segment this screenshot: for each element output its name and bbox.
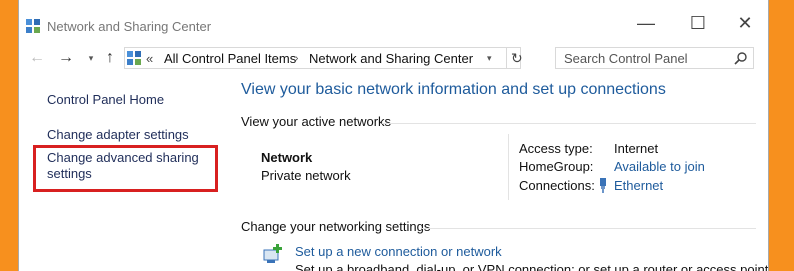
ethernet-icon xyxy=(600,178,606,193)
minimize-button[interactable]: — xyxy=(636,13,656,33)
network-type: Private network xyxy=(261,168,351,183)
recent-locations-dropdown[interactable]: ▾ xyxy=(81,48,101,68)
search-input[interactable]: Search Control Panel xyxy=(555,47,754,69)
up-arrow-icon[interactable]: ↑ xyxy=(100,48,120,68)
breadcrumb-all-items[interactable]: All Control Panel Items xyxy=(164,51,296,66)
new-connection-icon xyxy=(263,244,282,263)
sidebar-item-change-adapter-settings[interactable]: Change adapter settings xyxy=(47,127,189,142)
address-dropdown-icon[interactable]: ▾ xyxy=(487,53,492,64)
search-icon[interactable] xyxy=(734,51,748,65)
breadcrumb-network-center[interactable]: Network and Sharing Center xyxy=(309,51,473,66)
homegroup-link[interactable]: Available to join xyxy=(614,159,705,174)
window-title: Network and Sharing Center xyxy=(47,19,212,34)
back-arrow-icon[interactable]: ← xyxy=(27,48,47,68)
vertical-divider xyxy=(508,134,509,200)
homegroup-label: HomeGroup: xyxy=(519,159,594,174)
page-title: View your basic network information and … xyxy=(241,81,666,98)
access-type-label: Access type: xyxy=(519,141,593,156)
network-name: Network xyxy=(261,150,313,165)
red-highlight-box xyxy=(33,145,218,192)
section-divider xyxy=(382,123,756,124)
refresh-icon[interactable]: ↻ xyxy=(506,48,525,68)
breadcrumb-separator-icon[interactable]: › xyxy=(295,53,298,64)
search-placeholder: Search Control Panel xyxy=(564,51,688,66)
active-networks-heading: View your active networks xyxy=(241,114,392,129)
breadcrumb-overflow[interactable]: « xyxy=(146,51,153,66)
connections-label: Connections: xyxy=(519,178,595,193)
access-type-value: Internet xyxy=(614,141,659,156)
network-center-icon xyxy=(26,19,40,33)
control-panel-icon xyxy=(127,51,141,65)
forward-arrow-icon[interactable]: → xyxy=(56,48,76,68)
close-button[interactable]: ✕ xyxy=(735,13,755,33)
sidebar-item-control-panel-home[interactable]: Control Panel Home xyxy=(47,92,164,107)
setup-connection-description: Set up a broadband, dial-up, or VPN conn… xyxy=(295,262,769,271)
maximize-button[interactable]: ☐ xyxy=(688,13,708,33)
section-divider xyxy=(422,228,756,229)
change-settings-heading: Change your networking settings xyxy=(241,219,431,234)
ethernet-link[interactable]: Ethernet xyxy=(614,178,663,193)
title-bar: Network and Sharing Center — ☐ ✕ xyxy=(19,0,768,40)
setup-new-connection-link[interactable]: Set up a new connection or network xyxy=(295,244,502,259)
address-bar[interactable]: « All Control Panel Items › Network and … xyxy=(124,47,523,69)
network-sharing-window: Network and Sharing Center — ☐ ✕ ← → ▾ ↑… xyxy=(18,0,769,271)
